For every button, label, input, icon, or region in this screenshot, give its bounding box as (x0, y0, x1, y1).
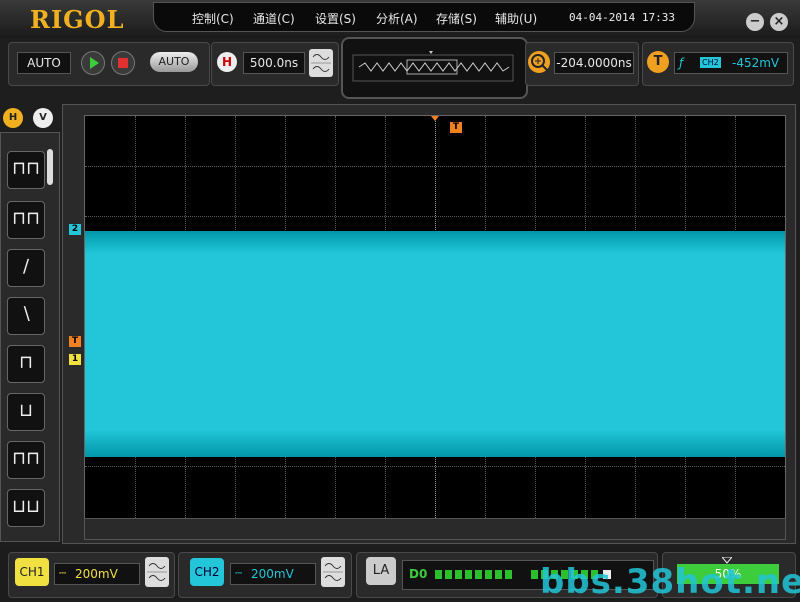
delay-display[interactable]: -204.0000ns (554, 52, 634, 74)
grid-line (85, 216, 785, 217)
menu-channel[interactable]: 通道(C) (253, 10, 295, 27)
ch1-scale-label: 200mV (75, 567, 118, 581)
horizontal-badge[interactable]: H (217, 52, 237, 72)
menu-analysis[interactable]: 分析(A) (376, 10, 418, 27)
grid-line (85, 466, 785, 467)
wave-adjust-icon (323, 563, 343, 581)
horizontal-scrollbar[interactable] (84, 518, 786, 540)
wave-adjust-icon (311, 54, 331, 72)
trigger-point-marker[interactable]: T (450, 122, 462, 133)
dc-coupling-icon: ⎓ (59, 569, 67, 579)
measure-toolbar: ⊓⊓ ⊓⊓ ∕ ∖ ⊓ ⊔ ⊓⊓ ⊔⊔ (0, 132, 60, 542)
digital-channels-group-1 (435, 570, 515, 579)
waveform-overview (341, 37, 528, 99)
menu-control[interactable]: 控制(C) (192, 10, 234, 27)
rigol-logo: RIGOL (30, 5, 125, 34)
la-button[interactable]: LA (366, 557, 396, 585)
wave-adjust-icon (147, 563, 167, 581)
positive-width-button[interactable]: ⊓ (7, 345, 45, 383)
overview-waveform-icon (352, 51, 514, 82)
digital-channel-label: D0 (409, 567, 428, 581)
trigger-mode-display: AUTO (17, 52, 71, 74)
trigger-badge[interactable]: T (647, 51, 669, 73)
ch2-button[interactable]: CH2 (190, 558, 224, 586)
minimize-button[interactable]: − (746, 13, 764, 31)
tab-vertical[interactable]: V (33, 108, 53, 128)
ch2-scale-display[interactable]: ⎓ 200mV (230, 563, 316, 585)
fall-time-button[interactable]: ∖ (7, 297, 45, 335)
frequency-icon: ⊓⊓ (11, 208, 41, 229)
timebase-display[interactable]: 500.0ns (243, 52, 305, 74)
ch1-button[interactable]: CH1 (15, 558, 49, 586)
close-button[interactable]: × (770, 13, 788, 31)
rising-edge-icon: ƒ (679, 56, 684, 70)
period-measure-button[interactable]: ⊓⊓ (7, 151, 45, 189)
timebase-adjust-button[interactable] (309, 49, 333, 77)
menu-utility[interactable]: 辅助(U) (495, 10, 537, 27)
negative-duty-icon: ⊔⊔ (11, 496, 41, 517)
ch1-scale-adjust-button[interactable] (145, 557, 169, 587)
dc-coupling-icon: ⎓ (235, 569, 243, 579)
grid-line (85, 166, 785, 167)
negative-width-button[interactable]: ⊔ (7, 393, 45, 431)
ch2-scale-adjust-button[interactable] (321, 557, 345, 587)
ch2-offset-marker[interactable]: 2 (69, 224, 81, 235)
menu-bar: 控制(C) 通道(C) 设置(S) 分析(A) 存储(S) 辅助(U) 04-0… (153, 2, 695, 32)
positive-width-icon: ⊓ (18, 352, 34, 373)
ch2-trace (85, 231, 785, 457)
menu-settings[interactable]: 设置(S) (315, 10, 356, 27)
trigger-level-label: -452mV (732, 56, 780, 70)
stop-icon (118, 58, 128, 68)
rise-time-button[interactable]: ∕ (7, 249, 45, 287)
negative-duty-button[interactable]: ⊔⊔ (7, 489, 45, 527)
play-icon (90, 57, 99, 69)
run-button[interactable] (81, 51, 105, 75)
fall-time-icon: ∖ (20, 304, 32, 325)
trigger-settings-display[interactable]: ƒ CH2 -452mV (674, 52, 788, 74)
zoom-icon (531, 54, 548, 71)
tab-horizontal[interactable]: H (3, 108, 23, 128)
zoom-button[interactable] (528, 51, 550, 73)
rise-time-icon: ∕ (22, 256, 30, 277)
toolbar-scrollbar[interactable] (47, 149, 53, 185)
menu-storage[interactable]: 存储(S) (436, 10, 477, 27)
period-icon: ⊓⊓ (11, 158, 41, 179)
ch2-scale-label: 200mV (251, 567, 294, 581)
watermark: bbs.38hot.net (540, 562, 800, 602)
positive-duty-button[interactable]: ⊓⊓ (7, 441, 45, 479)
positive-duty-icon: ⊓⊓ (11, 448, 41, 469)
date-time: 04-04-2014 17:33 (569, 11, 675, 24)
ch1-offset-marker[interactable]: 1 (69, 354, 81, 365)
waveform-display[interactable]: T (84, 115, 786, 519)
trigger-level-marker[interactable]: T (69, 336, 81, 347)
trigger-source-label: CH2 (700, 57, 721, 68)
negative-width-icon: ⊔ (18, 400, 34, 421)
frequency-measure-button[interactable]: ⊓⊓ (7, 201, 45, 239)
stop-button[interactable] (111, 51, 135, 75)
ch1-scale-display[interactable]: ⎓ 200mV (54, 563, 140, 585)
trigger-position-icon (431, 116, 439, 121)
auto-button[interactable]: AUTO (150, 52, 198, 72)
